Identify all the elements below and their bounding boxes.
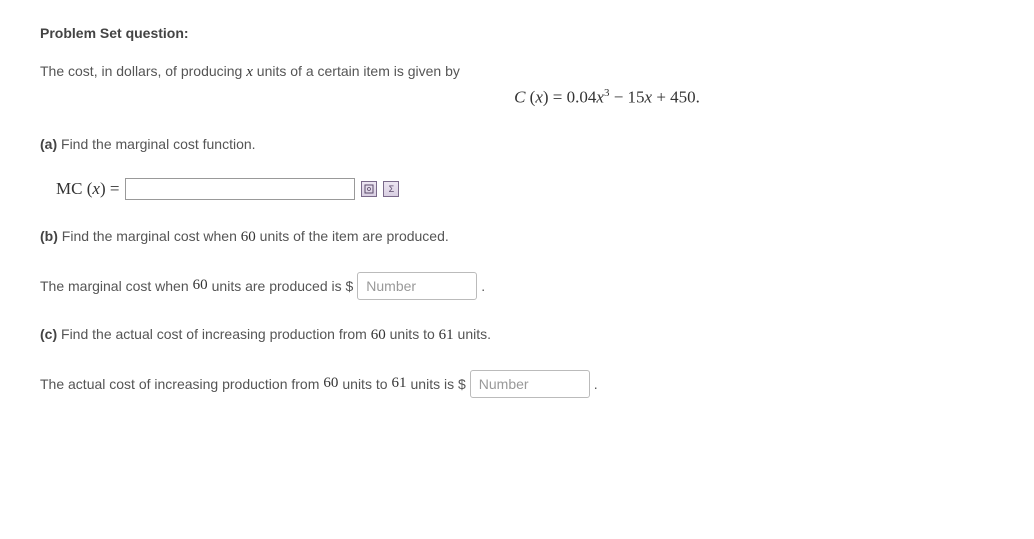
part-b-ans-num: 60 (193, 277, 208, 294)
mc-prefix: MC (56, 179, 82, 198)
mc-arg: x (92, 179, 100, 198)
eq-coef1: 0.04 (567, 88, 597, 107)
intro-text: The cost, in dollars, of producing x uni… (40, 63, 994, 81)
mc-equals: = (106, 179, 120, 198)
part-b: (b) Find the marginal cost when 60 units… (40, 228, 994, 246)
part-c-label: (c) (40, 326, 57, 342)
part-a-text: Find the marginal cost function. (57, 136, 255, 152)
part-c: (c) Find the actual cost of increasing p… (40, 326, 994, 344)
part-c-ans-after: . (594, 376, 598, 392)
eq-exp1: 3 (604, 87, 610, 99)
intro-post: units of a certain item is given by (253, 63, 460, 79)
part-b-input[interactable] (357, 272, 477, 300)
part-b-answer-row: The marginal cost when 60 units are prod… (40, 272, 994, 300)
equation-editor-icon[interactable]: Σ (383, 181, 399, 197)
eq-var1: x (596, 88, 604, 107)
part-c-n1: 60 (371, 327, 386, 343)
part-c-input[interactable] (470, 370, 590, 398)
part-b-pre: Find the marginal cost when (58, 228, 241, 244)
part-c-post: units. (454, 326, 491, 342)
equation-preview-icon[interactable] (361, 181, 377, 197)
part-c-ans-pre: The actual cost of increasing production… (40, 376, 319, 392)
part-b-ans-pre: The marginal cost when (40, 278, 189, 294)
eq-arg: x (535, 88, 543, 107)
part-c-mid: units to (386, 326, 439, 342)
cost-equation: C (x) = 0.04x3 − 15x + 450. (40, 87, 994, 108)
intro-pre: The cost, in dollars, of producing (40, 63, 246, 79)
part-b-ans-after: . (481, 278, 485, 294)
part-b-label: (b) (40, 228, 58, 244)
intro-var: x (246, 64, 253, 80)
mc-label: MC (x) = (56, 179, 119, 199)
part-c-pre: Find the actual cost of increasing produ… (57, 326, 371, 342)
part-b-num: 60 (241, 229, 256, 245)
eq-func: C (514, 88, 525, 107)
part-c-ans-n2: 61 (392, 375, 407, 392)
problem-heading: Problem Set question: (40, 25, 994, 41)
part-c-ans-mid2: units is $ (411, 376, 466, 392)
part-c-ans-mid1: units to (342, 376, 387, 392)
part-b-ans-mid: units are produced is $ (212, 278, 354, 294)
part-b-post: units of the item are produced. (256, 228, 449, 244)
eq-var2: x (645, 88, 653, 107)
mc-input[interactable] (125, 178, 355, 200)
eq-const: 450 (670, 88, 696, 107)
part-a: (a) Find the marginal cost function. (40, 136, 994, 152)
part-a-label: (a) (40, 136, 57, 152)
part-c-ans-n1: 60 (323, 375, 338, 392)
part-c-n2: 61 (439, 327, 454, 343)
sigma-glyph: Σ (389, 184, 395, 194)
eq-coef2: 15 (628, 88, 645, 107)
part-a-answer-row: MC (x) = Σ (56, 178, 994, 200)
part-c-answer-row: The actual cost of increasing production… (40, 370, 994, 398)
